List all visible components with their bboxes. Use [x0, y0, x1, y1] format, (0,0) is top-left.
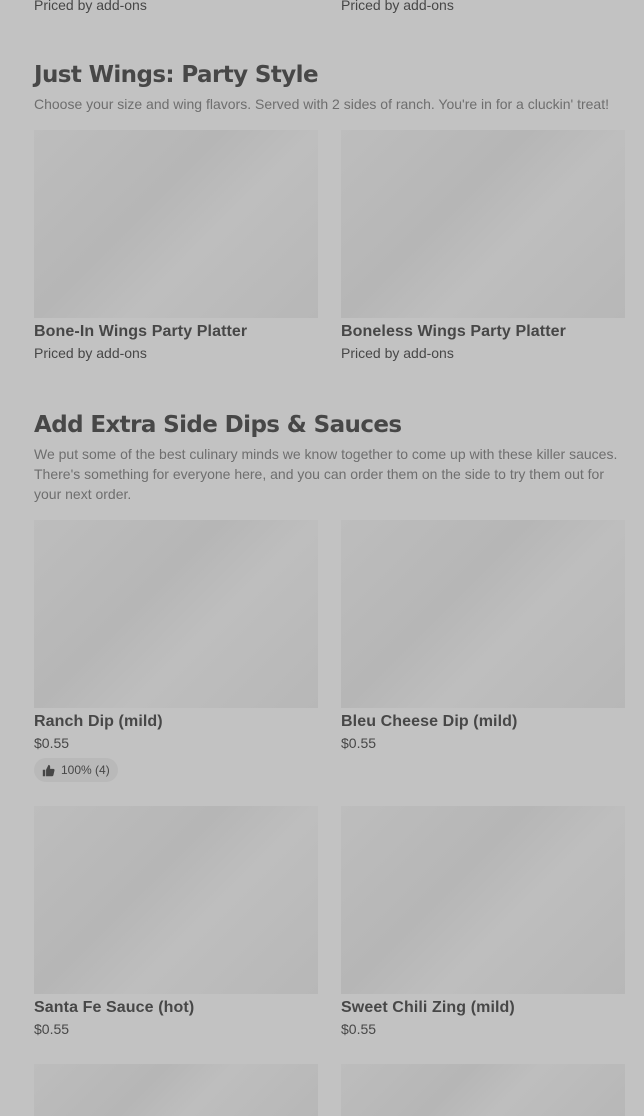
- item-price: $0.55: [341, 735, 377, 751]
- item-price: $0.55: [34, 1021, 70, 1037]
- thumbs-up-icon: [42, 764, 55, 776]
- item-price: $0.55: [34, 735, 70, 751]
- item-image: [341, 1064, 625, 1116]
- menu-item-card[interactable]: Bleu Cheese Dip (mild) $0.55: [341, 520, 625, 752]
- menu-item-card[interactable]: Santa Fe Sauce (hot) $0.55: [34, 806, 318, 1038]
- item-image: [341, 130, 625, 318]
- section-description-dips: We put some of the best culinary minds w…: [34, 446, 618, 502]
- item-image: [341, 520, 625, 708]
- item-image: [34, 130, 318, 318]
- item-name: Ranch Dip (mild): [34, 713, 163, 730]
- item-price: Priced by add-ons: [34, 0, 147, 13]
- item-name: Bleu Cheese Dip (mild): [341, 713, 518, 730]
- menu-item-card[interactable]: Boneless Wings Party Platter Priced by a…: [341, 130, 625, 362]
- item-name: Sweet Chili Zing (mild): [341, 999, 515, 1016]
- item-image: [341, 806, 625, 994]
- item-name: Santa Fe Sauce (hot): [34, 999, 195, 1016]
- section-title-wings: Just Wings: Party Style: [34, 62, 319, 88]
- item-price: Priced by add-ons: [341, 345, 454, 361]
- rating-badge: 100% (4): [34, 758, 118, 782]
- item-image: [34, 806, 318, 994]
- menu-item-card[interactable]: [34, 1064, 318, 1116]
- item-price: Priced by add-ons: [34, 345, 147, 361]
- item-price: Priced by add-ons: [341, 0, 454, 13]
- menu-item-card[interactable]: [341, 1064, 625, 1116]
- item-name: Bone-In Wings Party Platter: [34, 323, 248, 340]
- rating-text: 100% (4): [61, 763, 110, 777]
- menu-page: Priced by add-ons Priced by add-ons Just…: [0, 0, 644, 1116]
- item-price: $0.55: [341, 1021, 377, 1037]
- item-image: [34, 1064, 318, 1116]
- menu-item-card[interactable]: Sweet Chili Zing (mild) $0.55: [341, 806, 625, 1038]
- item-image: [34, 520, 318, 708]
- section-description-wings: Choose your size and wing flavors. Serve…: [34, 96, 609, 112]
- menu-item-card[interactable]: Ranch Dip (mild) $0.55 100% (4): [34, 520, 318, 782]
- item-name: Boneless Wings Party Platter: [341, 323, 566, 340]
- menu-item-card[interactable]: Bone-In Wings Party Platter Priced by ad…: [34, 130, 318, 362]
- section-title-dips: Add Extra Side Dips & Sauces: [34, 412, 402, 438]
